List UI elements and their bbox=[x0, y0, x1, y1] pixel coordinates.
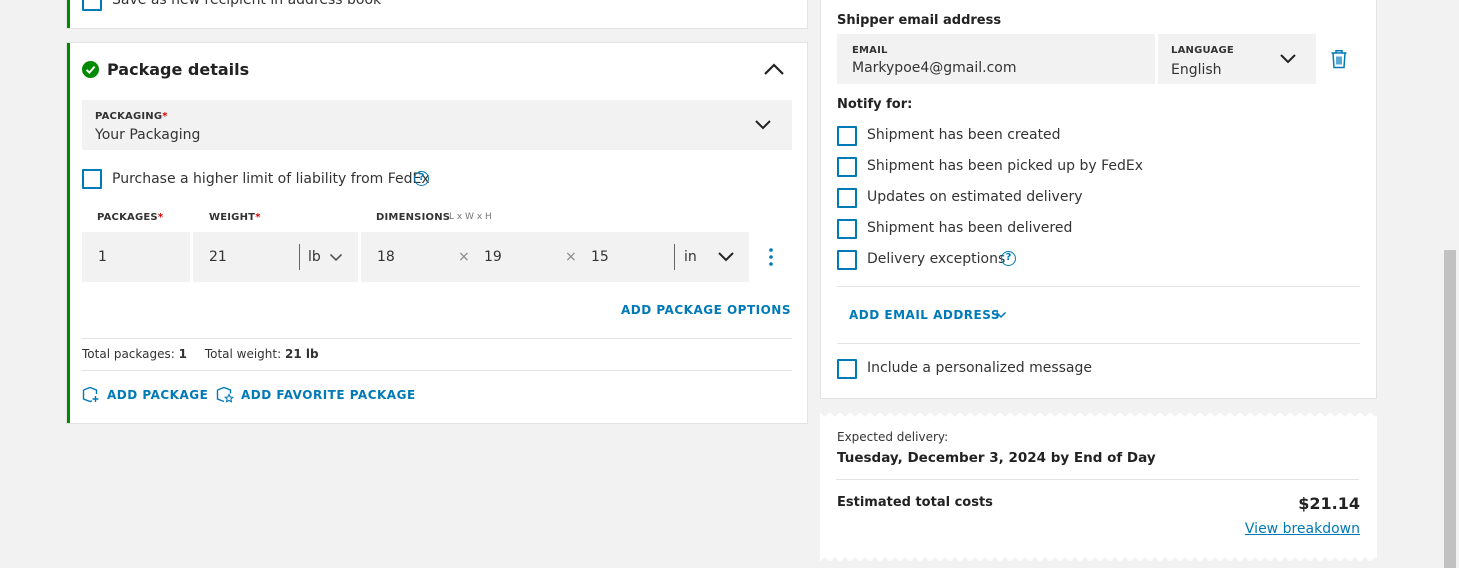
liability-label: Purchase a higher limit of liability fro… bbox=[112, 171, 430, 187]
add-favorite-package-button[interactable]: ADD FAVORITE PACKAGE bbox=[241, 387, 416, 403]
dimension-unit-select[interactable]: in bbox=[684, 248, 697, 266]
trash-icon[interactable] bbox=[1330, 49, 1348, 69]
weight-column-label: WEIGHT bbox=[209, 212, 256, 223]
total-packages-label: Total packages: bbox=[82, 347, 175, 361]
weight-unit-select[interactable]: lb bbox=[308, 248, 321, 266]
language-value: English bbox=[1171, 62, 1222, 78]
scrollbar-track[interactable] bbox=[1441, 0, 1459, 568]
notify-created-label: Shipment has been created bbox=[867, 127, 1061, 143]
add-package-options-link[interactable]: ADD PACKAGE OPTIONS bbox=[621, 302, 791, 318]
dimensions-column-label: DIMENSIONS bbox=[376, 212, 451, 223]
help-icon[interactable]: ? bbox=[414, 171, 429, 186]
dimension-unit-divider bbox=[674, 244, 675, 270]
weight-value: 21 bbox=[209, 249, 227, 265]
notify-picked-up-label: Shipment has been picked up by FedEx bbox=[867, 158, 1144, 174]
language-select[interactable]: LANGUAGE English bbox=[1158, 34, 1316, 84]
notify-exceptions-checkbox[interactable] bbox=[837, 250, 857, 270]
save-recipient-checkbox[interactable] bbox=[82, 0, 102, 11]
chevron-down-icon bbox=[755, 120, 771, 130]
packaging-label: PACKAGING bbox=[95, 111, 163, 122]
total-weight-label: Total weight: bbox=[204, 347, 282, 361]
notify-estimated-checkbox[interactable] bbox=[837, 188, 857, 208]
email-input[interactable]: EMAIL Markypoe4@gmail.com bbox=[837, 34, 1155, 84]
required-mark: * bbox=[162, 111, 168, 122]
chevron-down-icon bbox=[995, 311, 1007, 319]
total-weight-value: 21 lb bbox=[284, 347, 319, 361]
zigzag-bottom-edge bbox=[820, 556, 1377, 562]
chevron-up-icon[interactable] bbox=[763, 62, 785, 76]
weight-input[interactable]: 21 lb bbox=[193, 232, 358, 282]
zigzag-top-edge bbox=[820, 412, 1377, 418]
chevron-down-icon bbox=[718, 252, 734, 262]
personal-message-label: Include a personalized message bbox=[867, 360, 1093, 376]
notify-exceptions-label: Delivery exceptions bbox=[867, 251, 1006, 267]
notify-delivered-checkbox[interactable] bbox=[837, 219, 857, 239]
liability-checkbox[interactable] bbox=[82, 169, 102, 189]
chevron-down-icon bbox=[1280, 54, 1296, 64]
dimensions-hint: L x W x H bbox=[449, 212, 492, 222]
expected-delivery-value: Tuesday, December 3, 2024 by End of Day bbox=[837, 450, 1156, 466]
package-details-title: Package details bbox=[107, 60, 250, 79]
dimensions-input[interactable]: 18 × 19 × 15 in bbox=[361, 232, 749, 282]
language-label: LANGUAGE bbox=[1171, 45, 1234, 56]
view-breakdown-link[interactable]: View breakdown bbox=[1245, 521, 1360, 537]
estimated-total-value: $21.14 bbox=[1298, 494, 1360, 513]
summary-card: Expected delivery: Tuesday, December 3, … bbox=[820, 412, 1377, 562]
estimated-total-label: Estimated total costs bbox=[837, 495, 993, 510]
packages-value: 1 bbox=[98, 249, 107, 265]
add-package-button[interactable]: ADD PACKAGE bbox=[107, 387, 208, 403]
help-icon[interactable]: ? bbox=[1001, 251, 1016, 266]
notify-for-title: Notify for: bbox=[837, 97, 913, 112]
expected-delivery-label: Expected delivery: bbox=[837, 430, 949, 444]
section-accent-bar bbox=[67, 0, 70, 28]
notify-picked-up-checkbox[interactable] bbox=[837, 157, 857, 177]
times-separator: × bbox=[458, 249, 470, 265]
chevron-down-icon bbox=[329, 253, 343, 262]
section-accent-bar bbox=[67, 43, 70, 423]
shipper-email-title: Shipper email address bbox=[837, 13, 1002, 28]
dimension-height[interactable]: 15 bbox=[591, 248, 609, 266]
totals-row: Total packages: 1 Total weight: 21 lb bbox=[82, 347, 319, 361]
address-card: Save as new recipient in address book bbox=[66, 0, 808, 29]
dimension-width[interactable]: 19 bbox=[484, 248, 502, 266]
divider bbox=[837, 286, 1360, 287]
notify-delivered-label: Shipment has been delivered bbox=[867, 220, 1073, 236]
divider bbox=[82, 370, 792, 371]
email-label: EMAIL bbox=[852, 45, 888, 56]
divider bbox=[837, 343, 1360, 344]
package-details-card: Package details PACKAGING* Your Packagin… bbox=[66, 42, 808, 424]
more-options-icon[interactable] bbox=[767, 247, 775, 267]
weight-unit-divider bbox=[299, 244, 300, 270]
add-email-address-link[interactable]: ADD EMAIL ADDRESS bbox=[849, 307, 1000, 323]
times-separator: × bbox=[565, 249, 577, 265]
packages-input[interactable]: 1 bbox=[82, 232, 190, 282]
scrollbar-thumb[interactable] bbox=[1444, 250, 1456, 568]
save-recipient-label: Save as new recipient in address book bbox=[112, 0, 382, 8]
dimension-length[interactable]: 18 bbox=[377, 248, 395, 266]
notifications-card: Shipper email address EMAIL Markypoe4@gm… bbox=[820, 0, 1377, 399]
notify-created-checkbox[interactable] bbox=[837, 126, 857, 146]
notify-estimated-label: Updates on estimated delivery bbox=[867, 189, 1083, 205]
personal-message-checkbox[interactable] bbox=[837, 359, 857, 379]
divider bbox=[836, 479, 1359, 480]
add-package-icon bbox=[82, 386, 99, 403]
email-value: Markypoe4@gmail.com bbox=[852, 60, 1017, 76]
packaging-select[interactable]: PACKAGING* Your Packaging bbox=[82, 100, 792, 150]
favorite-package-icon bbox=[216, 386, 234, 403]
packaging-value: Your Packaging bbox=[95, 127, 201, 143]
divider bbox=[82, 338, 792, 339]
check-circle-icon bbox=[82, 61, 99, 78]
packages-column-label: PACKAGES bbox=[97, 212, 158, 223]
total-packages-value: 1 bbox=[178, 347, 187, 361]
